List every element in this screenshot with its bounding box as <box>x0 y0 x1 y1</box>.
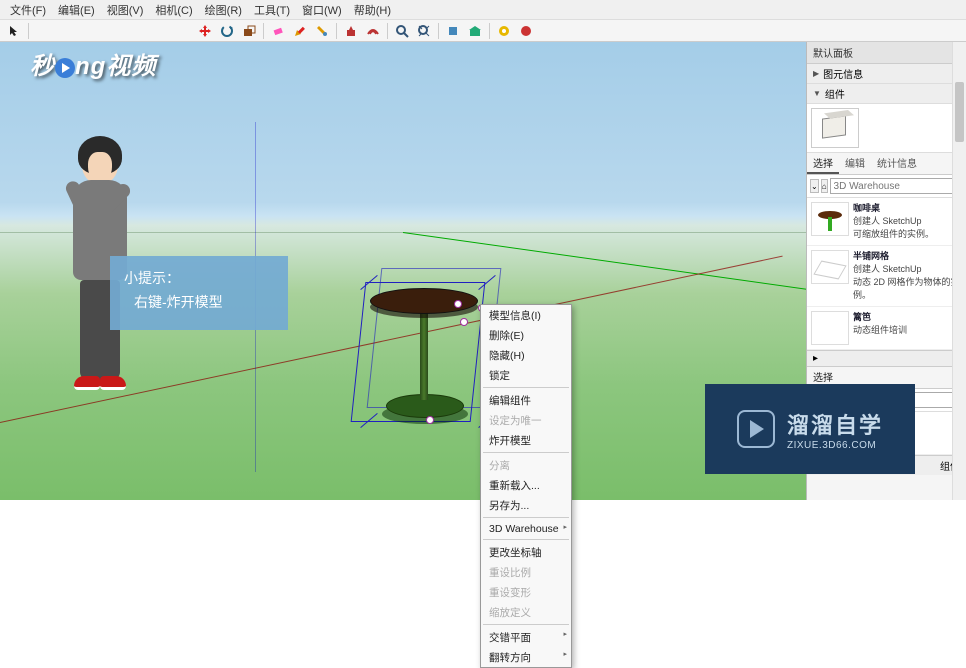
components-tool[interactable] <box>443 22 463 40</box>
scale-handle[interactable] <box>460 318 468 326</box>
ctx-item[interactable]: 锁定 <box>481 365 571 385</box>
section-entity-info[interactable]: ▶图元信息 <box>807 64 966 84</box>
toolbar <box>0 20 966 42</box>
panel-header-default[interactable]: 默认面板× <box>807 42 966 64</box>
tab-stats[interactable]: 统计信息 <box>871 153 923 174</box>
tip-title: 小提示： <box>124 266 274 290</box>
play-icon <box>55 58 75 78</box>
search-input-1[interactable] <box>830 178 966 194</box>
menu-file[interactable]: 文件(F) <box>4 0 52 20</box>
section-components[interactable]: ▼组件 <box>807 84 966 104</box>
menu-tools[interactable]: 工具(T) <box>248 0 296 20</box>
tab-select[interactable]: 选择 <box>807 153 839 174</box>
pushpull-tool[interactable] <box>341 22 361 40</box>
ctx-item: 重设变形 <box>481 582 571 602</box>
ctx-item[interactable]: 炸开模型 <box>481 430 571 450</box>
nav-down-icon[interactable]: ⌄ <box>810 179 819 193</box>
pencil-tool[interactable] <box>290 22 310 40</box>
menu-draw[interactable]: 绘图(R) <box>199 0 248 20</box>
ctx-item: 缩放定义 <box>481 602 571 622</box>
play-box-icon <box>737 410 775 448</box>
zixue-watermark: 溜溜自学 ZIXUE.3D66.COM <box>705 384 915 474</box>
scrollbar[interactable] <box>952 42 966 500</box>
menu-camera[interactable]: 相机(C) <box>149 0 198 20</box>
paint-tool[interactable] <box>312 22 332 40</box>
scale-tool[interactable] <box>239 22 259 40</box>
component-tabs: 选择 编辑 统计信息 <box>807 153 966 175</box>
watermark-logo: 秒ng视频 <box>30 46 156 81</box>
viewport[interactable]: 秒ng视频 小提示： 右键-炸开模型 模型信息(I)删除(E)隐藏(H)锁定编辑… <box>0 42 806 500</box>
home-icon[interactable]: ⌂ <box>821 179 828 193</box>
menu-help[interactable]: 帮助(H) <box>348 0 397 20</box>
scroll-thumb[interactable] <box>955 82 964 142</box>
selected-model[interactable] <box>358 282 488 432</box>
warehouse-tool[interactable] <box>465 22 485 40</box>
zoom-extents-tool[interactable] <box>414 22 434 40</box>
scale-handle[interactable] <box>454 300 462 308</box>
menu-edit[interactable]: 编辑(E) <box>52 0 101 20</box>
ctx-item[interactable]: 交错平面 <box>481 627 571 647</box>
ctx-item[interactable]: 模型信息(I) <box>481 305 571 325</box>
menu-window[interactable]: 窗口(W) <box>296 0 348 20</box>
ctx-item[interactable]: 更改坐标轴 <box>481 542 571 562</box>
dynamic-tool[interactable] <box>516 22 536 40</box>
component-thumbnail[interactable] <box>811 108 859 148</box>
ctx-item: 设定为唯一 <box>481 410 571 430</box>
move-tool[interactable] <box>195 22 215 40</box>
ctx-item[interactable]: 隐藏(H) <box>481 345 571 365</box>
tab-edit[interactable]: 编辑 <box>839 153 871 174</box>
chevron-right-icon: ▸ <box>813 353 818 364</box>
menu-view[interactable]: 视图(V) <box>101 0 150 20</box>
component-preview <box>807 104 966 153</box>
ctx-item: 分离 <box>481 455 571 475</box>
component-item[interactable]: 篱笆动态组件培训 <box>807 307 966 350</box>
menubar: 文件(F) 编辑(E) 视图(V) 相机(C) 绘图(R) 工具(T) 窗口(W… <box>0 0 966 20</box>
component-item[interactable]: 半铺网格创建人 SketchUp动态 2D 网格作为物体的实例。 <box>807 246 966 307</box>
zoom-tool[interactable] <box>392 22 412 40</box>
offset-tool[interactable] <box>363 22 383 40</box>
context-menu: 模型信息(I)删除(E)隐藏(H)锁定编辑组件设定为唯一炸开模型分离重新载入..… <box>480 304 572 668</box>
eraser-tool[interactable] <box>268 22 288 40</box>
ctx-item[interactable]: 编辑组件 <box>481 390 571 410</box>
ctx-item[interactable]: 删除(E) <box>481 325 571 345</box>
gear-tool[interactable] <box>494 22 514 40</box>
chevron-right-icon: ▶ <box>813 69 819 78</box>
ctx-item[interactable]: 3D Warehouse <box>481 520 571 537</box>
ctx-item[interactable]: 翻转方向 <box>481 647 571 667</box>
rotate-tool[interactable] <box>217 22 237 40</box>
chevron-down-icon: ▼ <box>813 89 821 98</box>
ctx-item[interactable]: 另存为... <box>481 495 571 515</box>
select-tool[interactable] <box>4 22 24 40</box>
tip-body: 右键-炸开模型 <box>124 290 274 314</box>
ctx-item[interactable]: 重新载入... <box>481 475 571 495</box>
component-item[interactable]: 咖啡桌创建人 SketchUp可缩放组件的实例。 <box>807 198 966 246</box>
ctx-item: 重设比例 <box>481 562 571 582</box>
tip-overlay: 小提示： 右键-炸开模型 <box>110 256 288 330</box>
search-row-1: ⌄ ⌂ 🔍 <box>807 175 966 198</box>
scale-handle[interactable] <box>426 416 434 424</box>
